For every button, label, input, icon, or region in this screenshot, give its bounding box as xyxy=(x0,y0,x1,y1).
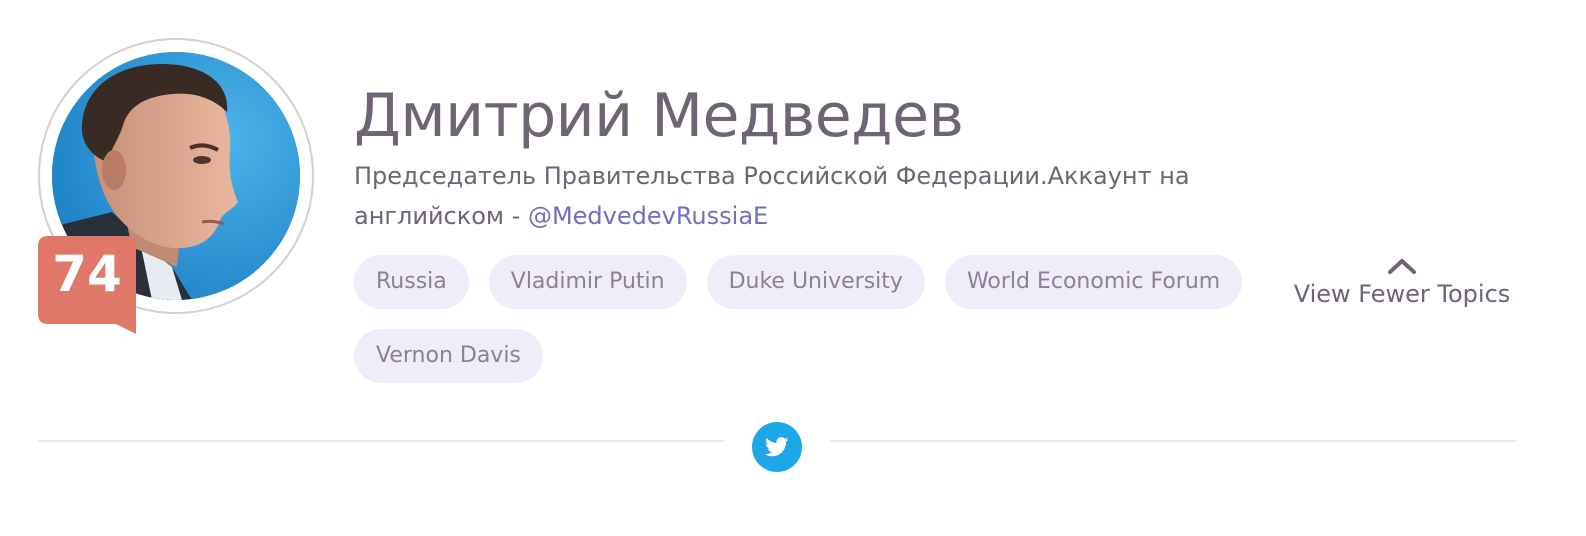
view-fewer-topics-label: View Fewer Topics xyxy=(1293,280,1511,308)
profile-name: Дмитрий Медведев xyxy=(354,81,964,151)
twitter-button[interactable] xyxy=(752,422,802,472)
bio-twitter-link[interactable]: @MedvedevRussiaE xyxy=(528,202,768,230)
topic-chip[interactable]: Vladimir Putin xyxy=(488,255,687,309)
profile-card: 74 Дмитрий Медведев Председатель Правите… xyxy=(0,0,1586,536)
topic-chip[interactable]: Russia xyxy=(354,255,469,309)
bio-text: Председатель Правительства Российской Фе… xyxy=(354,162,1190,230)
score-badge: 74 xyxy=(38,236,136,334)
topic-chip[interactable]: World Economic Forum xyxy=(944,255,1243,309)
topic-chip[interactable]: Duke University xyxy=(706,255,925,309)
topics-list: Russia Vladimir Putin Duke University Wo… xyxy=(354,255,1254,383)
chevron-up-icon xyxy=(1388,259,1416,274)
score-value: 74 xyxy=(52,245,122,303)
twitter-icon xyxy=(765,437,789,457)
divider-right xyxy=(830,440,1516,442)
profile-bio: Председатель Правительства Российской Фе… xyxy=(354,156,1254,236)
topic-chip[interactable]: Vernon Davis xyxy=(354,329,543,383)
divider-left xyxy=(38,440,724,442)
view-fewer-topics-button[interactable]: View Fewer Topics xyxy=(1276,256,1528,326)
